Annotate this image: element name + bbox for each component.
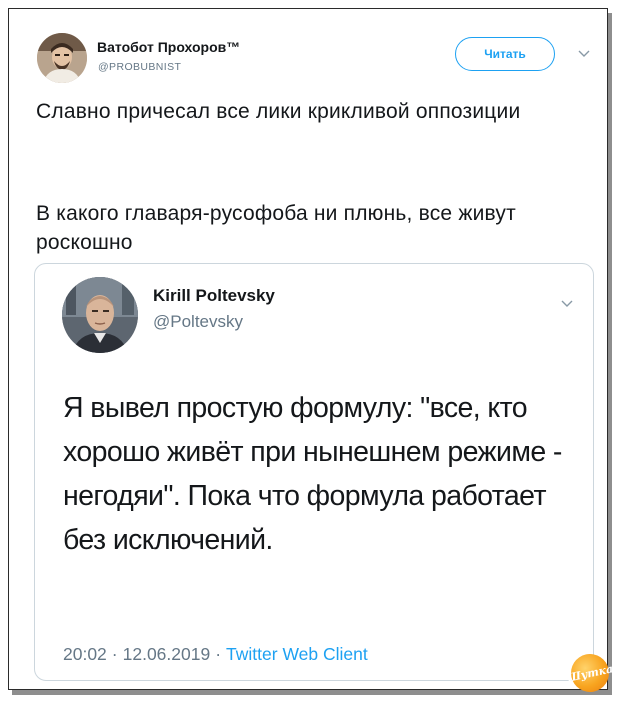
client-link[interactable]: Twitter Web Client [226,644,368,664]
avatar-photo [62,277,138,353]
quoted-tweet-card[interactable]: Kirill Poltevsky @Poltevsky Я вывел прос… [34,263,594,681]
tweet-date[interactable]: 12.06.2019 [123,644,211,664]
follow-button[interactable]: Читать [455,37,555,71]
quoted-tweet-meta: 20:02 · 12.06.2019 · Twitter Web Client [63,644,368,665]
quoted-tweet-text: Я вывел простую формулу: "все, кто хорош… [63,392,562,556]
quoted-author-name[interactable]: Kirill Poltevsky [153,286,275,306]
quoted-author-avatar[interactable] [62,277,138,353]
screenshot-frame: Ватобот Прохоров™ @PROBUBNIST Читать Сла… [8,8,614,696]
meta-separator: · [215,644,222,664]
chevron-down-icon[interactable] [577,49,591,59]
chevron-down-icon[interactable] [560,299,574,309]
author-handle[interactable]: @PROBUBNIST [98,61,181,73]
tweet: Ватобот Прохоров™ @PROBUBNIST Читать Сла… [9,9,614,696]
avatar-photo [37,33,87,83]
tweet-time[interactable]: 20:02 [63,644,107,664]
quoted-author-handle[interactable]: @Poltevsky [153,312,243,332]
author-avatar[interactable] [37,33,87,83]
meta-separator: · [111,644,118,664]
author-name[interactable]: Ватобот Прохоров™ [97,39,240,55]
tweet-text-paragraph: В какого главаря-русофоба ни плюнь, все … [36,202,516,254]
tweet-text-paragraph: Славно причесал все лики крикливой оппоз… [36,100,521,123]
